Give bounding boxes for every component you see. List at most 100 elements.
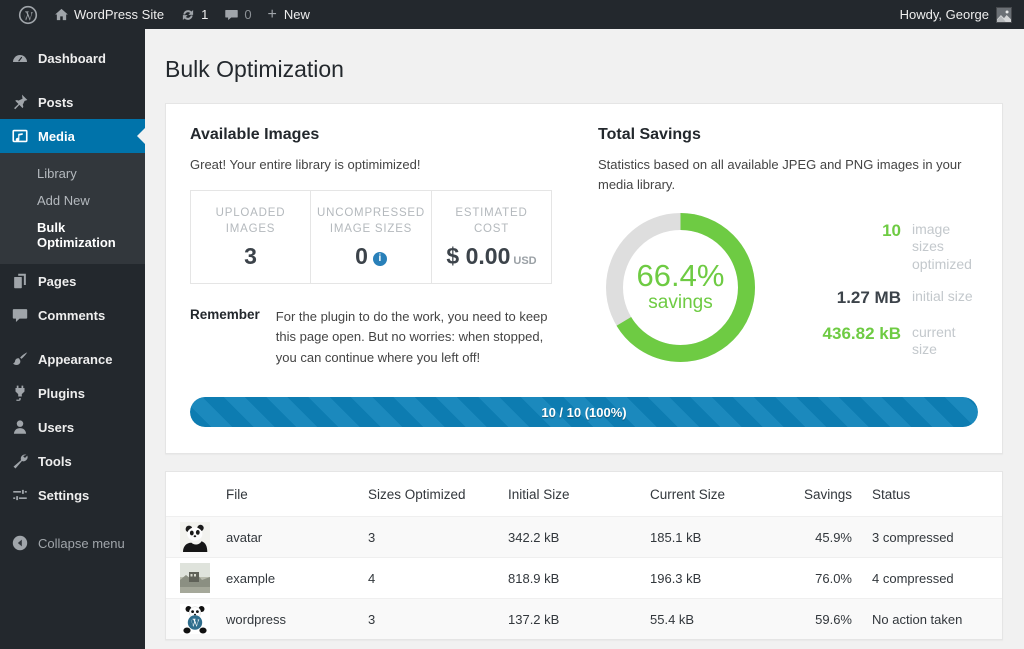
comments-indicator[interactable]: 0 (216, 0, 259, 29)
sidebar-item-pages[interactable]: Pages (0, 264, 145, 298)
wordpress-logo-icon (18, 5, 38, 25)
plug-icon (11, 384, 29, 402)
optimization-summary-panel: Available Images Great! Your entire libr… (165, 103, 1003, 454)
wrench-icon (11, 452, 29, 470)
remember-text: For the plugin to do the work, you need … (276, 307, 552, 367)
paintbrush-icon (11, 350, 29, 368)
visit-site-link[interactable]: WordPress Site (46, 0, 172, 29)
sidebar-item-label: Settings (38, 488, 89, 503)
sidebar-item-appearance[interactable]: Appearance (0, 342, 145, 376)
stats-box: UPLOADED IMAGES 3 UNCOMPRESSED IMAGE SIZ… (190, 190, 552, 284)
stat-value: 3 (197, 245, 304, 268)
updates-icon (180, 7, 196, 23)
submenu-item-library[interactable]: Library (0, 160, 145, 187)
pushpin-icon (11, 93, 29, 111)
sidebar-item-label: Dashboard (38, 51, 106, 66)
sidebar-item-label: Tools (38, 454, 72, 469)
cell-current: 196.3 kB (640, 558, 776, 599)
page-title: Bulk Optimization (165, 55, 1003, 85)
sidebar-item-dashboard[interactable]: Dashboard (0, 41, 145, 75)
stat-current-size: 436.82 kB current size (789, 324, 978, 359)
media-submenu: Library Add New Bulk Optimization (0, 153, 145, 264)
th-initial-size: Initial Size (498, 472, 640, 517)
progress-fill: 10 / 10 (100%) (190, 397, 978, 427)
cell-initial: 137.2 kB (498, 599, 640, 640)
cell-sizes: 3 (358, 517, 498, 558)
cell-status: No action taken (862, 599, 1002, 640)
cell-file: wordpress (216, 599, 358, 640)
stat-initial-size: 1.27 MB initial size (789, 288, 978, 308)
sidebar-item-label: Pages (38, 274, 76, 289)
savings-donut-chart: 66.4% savings (598, 205, 763, 370)
updates-indicator[interactable]: 1 (172, 0, 216, 29)
sidebar-item-users[interactable]: Users (0, 410, 145, 444)
submenu-item-add-new[interactable]: Add New (0, 187, 145, 214)
stat-label: image sizes optimized (912, 221, 978, 274)
wordpress-logo-menu[interactable] (10, 0, 46, 29)
th-sizes-optimized: Sizes Optimized (358, 472, 498, 517)
cell-file: avatar (216, 517, 358, 558)
cell-status: 3 compressed (862, 517, 1002, 558)
submenu-item-bulk-optimization[interactable]: Bulk Optimization (0, 214, 145, 256)
comment-bubble-icon (224, 7, 239, 22)
available-images-section: Available Images Great! Your entire libr… (190, 126, 552, 370)
cell-status: 4 compressed (862, 558, 1002, 599)
sidebar-item-label: Users (38, 420, 74, 435)
table-row: example 4 818.9 kB 196.3 kB 76.0% 4 comp… (166, 558, 1002, 599)
savings-stats: 10 image sizes optimized 1.27 MB initial… (789, 217, 978, 359)
sidebar-item-label: Plugins (38, 386, 85, 401)
comments-icon (11, 306, 29, 324)
user-avatar[interactable] (996, 7, 1012, 23)
stat-label: UPLOADED IMAGES (197, 205, 304, 237)
sidebar-item-label: Appearance (38, 352, 112, 367)
cell-sizes: 3 (358, 599, 498, 640)
cell-current: 185.1 kB (640, 517, 776, 558)
admin-bar: WordPress Site 1 0 + New Howdy, George (0, 0, 1024, 29)
th-current-size: Current Size (640, 472, 776, 517)
admin-sidebar: Dashboard Posts Media Library Add New Bu… (0, 29, 145, 649)
bulk-progress-bar: 10 / 10 (100%) (190, 397, 978, 427)
donut-sublabel: savings (648, 291, 712, 315)
donut-percent-label: 66.4% (637, 260, 725, 291)
th-savings: Savings (776, 472, 862, 517)
total-savings-description: Statistics based on all available JPEG a… (598, 155, 978, 195)
dashboard-gauge-icon (11, 49, 29, 67)
table-row: wordpress 3 137.2 kB 55.4 kB 59.6% No ac… (166, 599, 1002, 640)
main-content: Bulk Optimization Available Images Great… (145, 29, 1024, 649)
stat-value: $ 0.00USD (438, 245, 545, 268)
collapse-menu-button[interactable]: Collapse menu (0, 526, 145, 560)
sidebar-item-label: Posts (38, 95, 73, 110)
stat-label: UNCOMPRESSED IMAGE SIZES (317, 205, 425, 237)
sidebar-item-comments[interactable]: Comments (0, 298, 145, 332)
landscape-thumbnail (180, 563, 210, 593)
howdy-account-link[interactable]: Howdy, George (900, 7, 989, 22)
stat-label: ESTIMATED COST (438, 205, 545, 237)
available-images-heading: Available Images (190, 126, 552, 144)
sidebar-item-media[interactable]: Media (0, 119, 145, 153)
panda-thumbnail (180, 522, 210, 552)
info-icon[interactable]: i (373, 252, 387, 266)
cell-sizes: 4 (358, 558, 498, 599)
sidebar-item-plugins[interactable]: Plugins (0, 376, 145, 410)
cell-savings: 76.0% (776, 558, 862, 599)
pages-icon (11, 272, 29, 290)
stat-value: 1.27 MB (789, 288, 901, 308)
updates-count: 1 (201, 7, 208, 22)
th-file: File (216, 472, 358, 517)
stat-estimated-cost: ESTIMATED COST $ 0.00USD (431, 191, 551, 283)
sidebar-item-tools[interactable]: Tools (0, 444, 145, 478)
home-icon (54, 7, 69, 22)
progress-label: 10 / 10 (100%) (541, 405, 626, 420)
new-content-menu[interactable]: + New (260, 0, 318, 29)
settings-sliders-icon (11, 486, 29, 504)
cell-initial: 342.2 kB (498, 517, 640, 558)
sidebar-item-settings[interactable]: Settings (0, 478, 145, 512)
sidebar-item-posts[interactable]: Posts (0, 85, 145, 119)
new-label: New (284, 7, 310, 22)
table-header-row: File Sizes Optimized Initial Size Curren… (166, 472, 1002, 517)
cell-file: example (216, 558, 358, 599)
cell-savings: 45.9% (776, 517, 862, 558)
total-savings-heading: Total Savings (598, 126, 978, 144)
cell-current: 55.4 kB (640, 599, 776, 640)
library-optimized-message: Great! Your entire library is optimimize… (190, 155, 552, 175)
